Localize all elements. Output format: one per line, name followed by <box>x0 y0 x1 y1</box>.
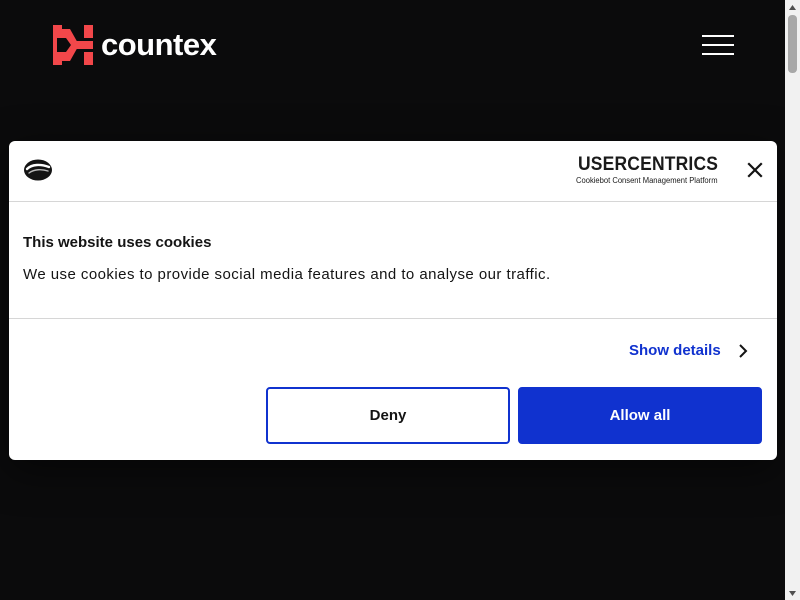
dialog-body: This website uses cookies We use cookies… <box>9 202 777 319</box>
chevron-right-icon <box>738 343 748 358</box>
hamburger-menu-icon[interactable] <box>701 33 735 57</box>
menu-line <box>702 35 734 37</box>
usercentrics-logo: USERCENTRICS Cookiebot Consent Managemen… <box>576 155 718 187</box>
cookie-icon <box>24 159 52 181</box>
cookie-consent-dialog: USERCENTRICS Cookiebot Consent Managemen… <box>9 141 777 460</box>
site-header: countex <box>0 0 785 90</box>
show-details-label: Show details <box>629 342 721 359</box>
dialog-title: This website uses cookies <box>23 234 212 251</box>
provider-name: USERCENTRICS <box>578 154 719 175</box>
close-icon[interactable] <box>745 160 765 180</box>
deny-button[interactable]: Deny <box>266 387 510 444</box>
scroll-down-arrow-icon[interactable] <box>785 586 800 600</box>
scrollbar-thumb[interactable] <box>788 15 797 73</box>
countex-logo[interactable]: countex <box>53 25 217 65</box>
menu-line <box>702 44 734 46</box>
countex-logo-mark-icon <box>53 25 93 65</box>
page-scrollbar[interactable] <box>785 0 800 600</box>
brand-name: countex <box>101 27 217 62</box>
dialog-message: We use cookies to provide social media f… <box>23 266 551 283</box>
dialog-header: USERCENTRICS Cookiebot Consent Managemen… <box>9 141 777 202</box>
menu-line <box>702 53 734 55</box>
show-details-link[interactable]: Show details <box>629 342 748 359</box>
provider-subtitle: Cookiebot Consent Management Platform <box>576 176 718 185</box>
allow-all-button[interactable]: Allow all <box>518 387 762 444</box>
scroll-up-arrow-icon[interactable] <box>785 0 800 14</box>
